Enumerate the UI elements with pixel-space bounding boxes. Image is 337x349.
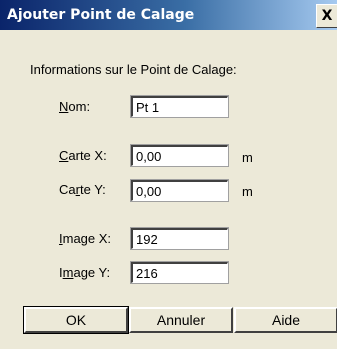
image-y-label: Image Y: <box>59 265 111 280</box>
title-bar[interactable]: Ajouter Point de Calage X <box>0 0 337 30</box>
map-x-input[interactable]: 0,00 <box>131 145 228 166</box>
name-label: Nom: <box>59 99 91 114</box>
image-y-input[interactable]: 216 <box>131 262 228 283</box>
help-button[interactable]: Aide <box>234 307 337 333</box>
close-button[interactable]: X <box>316 4 337 28</box>
map-y-label: Carte Y: <box>59 182 106 197</box>
close-icon: X <box>321 8 333 24</box>
ok-button[interactable]: OK <box>23 306 129 334</box>
map-y-input[interactable]: 0,00 <box>131 180 228 201</box>
map-x-label: Carte X: <box>59 148 107 163</box>
section-header: Informations sur le Point de Calage: <box>30 62 237 77</box>
window-title: Ajouter Point de Calage <box>7 7 195 23</box>
map-x-unit: m <box>242 150 253 165</box>
dialog-window: Ajouter Point de Calage X Informations s… <box>0 0 337 349</box>
map-y-unit: m <box>242 184 253 199</box>
name-input[interactable]: Pt 1 <box>131 96 228 117</box>
cancel-button[interactable]: Annuler <box>129 307 233 333</box>
image-x-label: Image X: <box>59 231 112 246</box>
image-x-input[interactable]: 192 <box>131 228 228 249</box>
